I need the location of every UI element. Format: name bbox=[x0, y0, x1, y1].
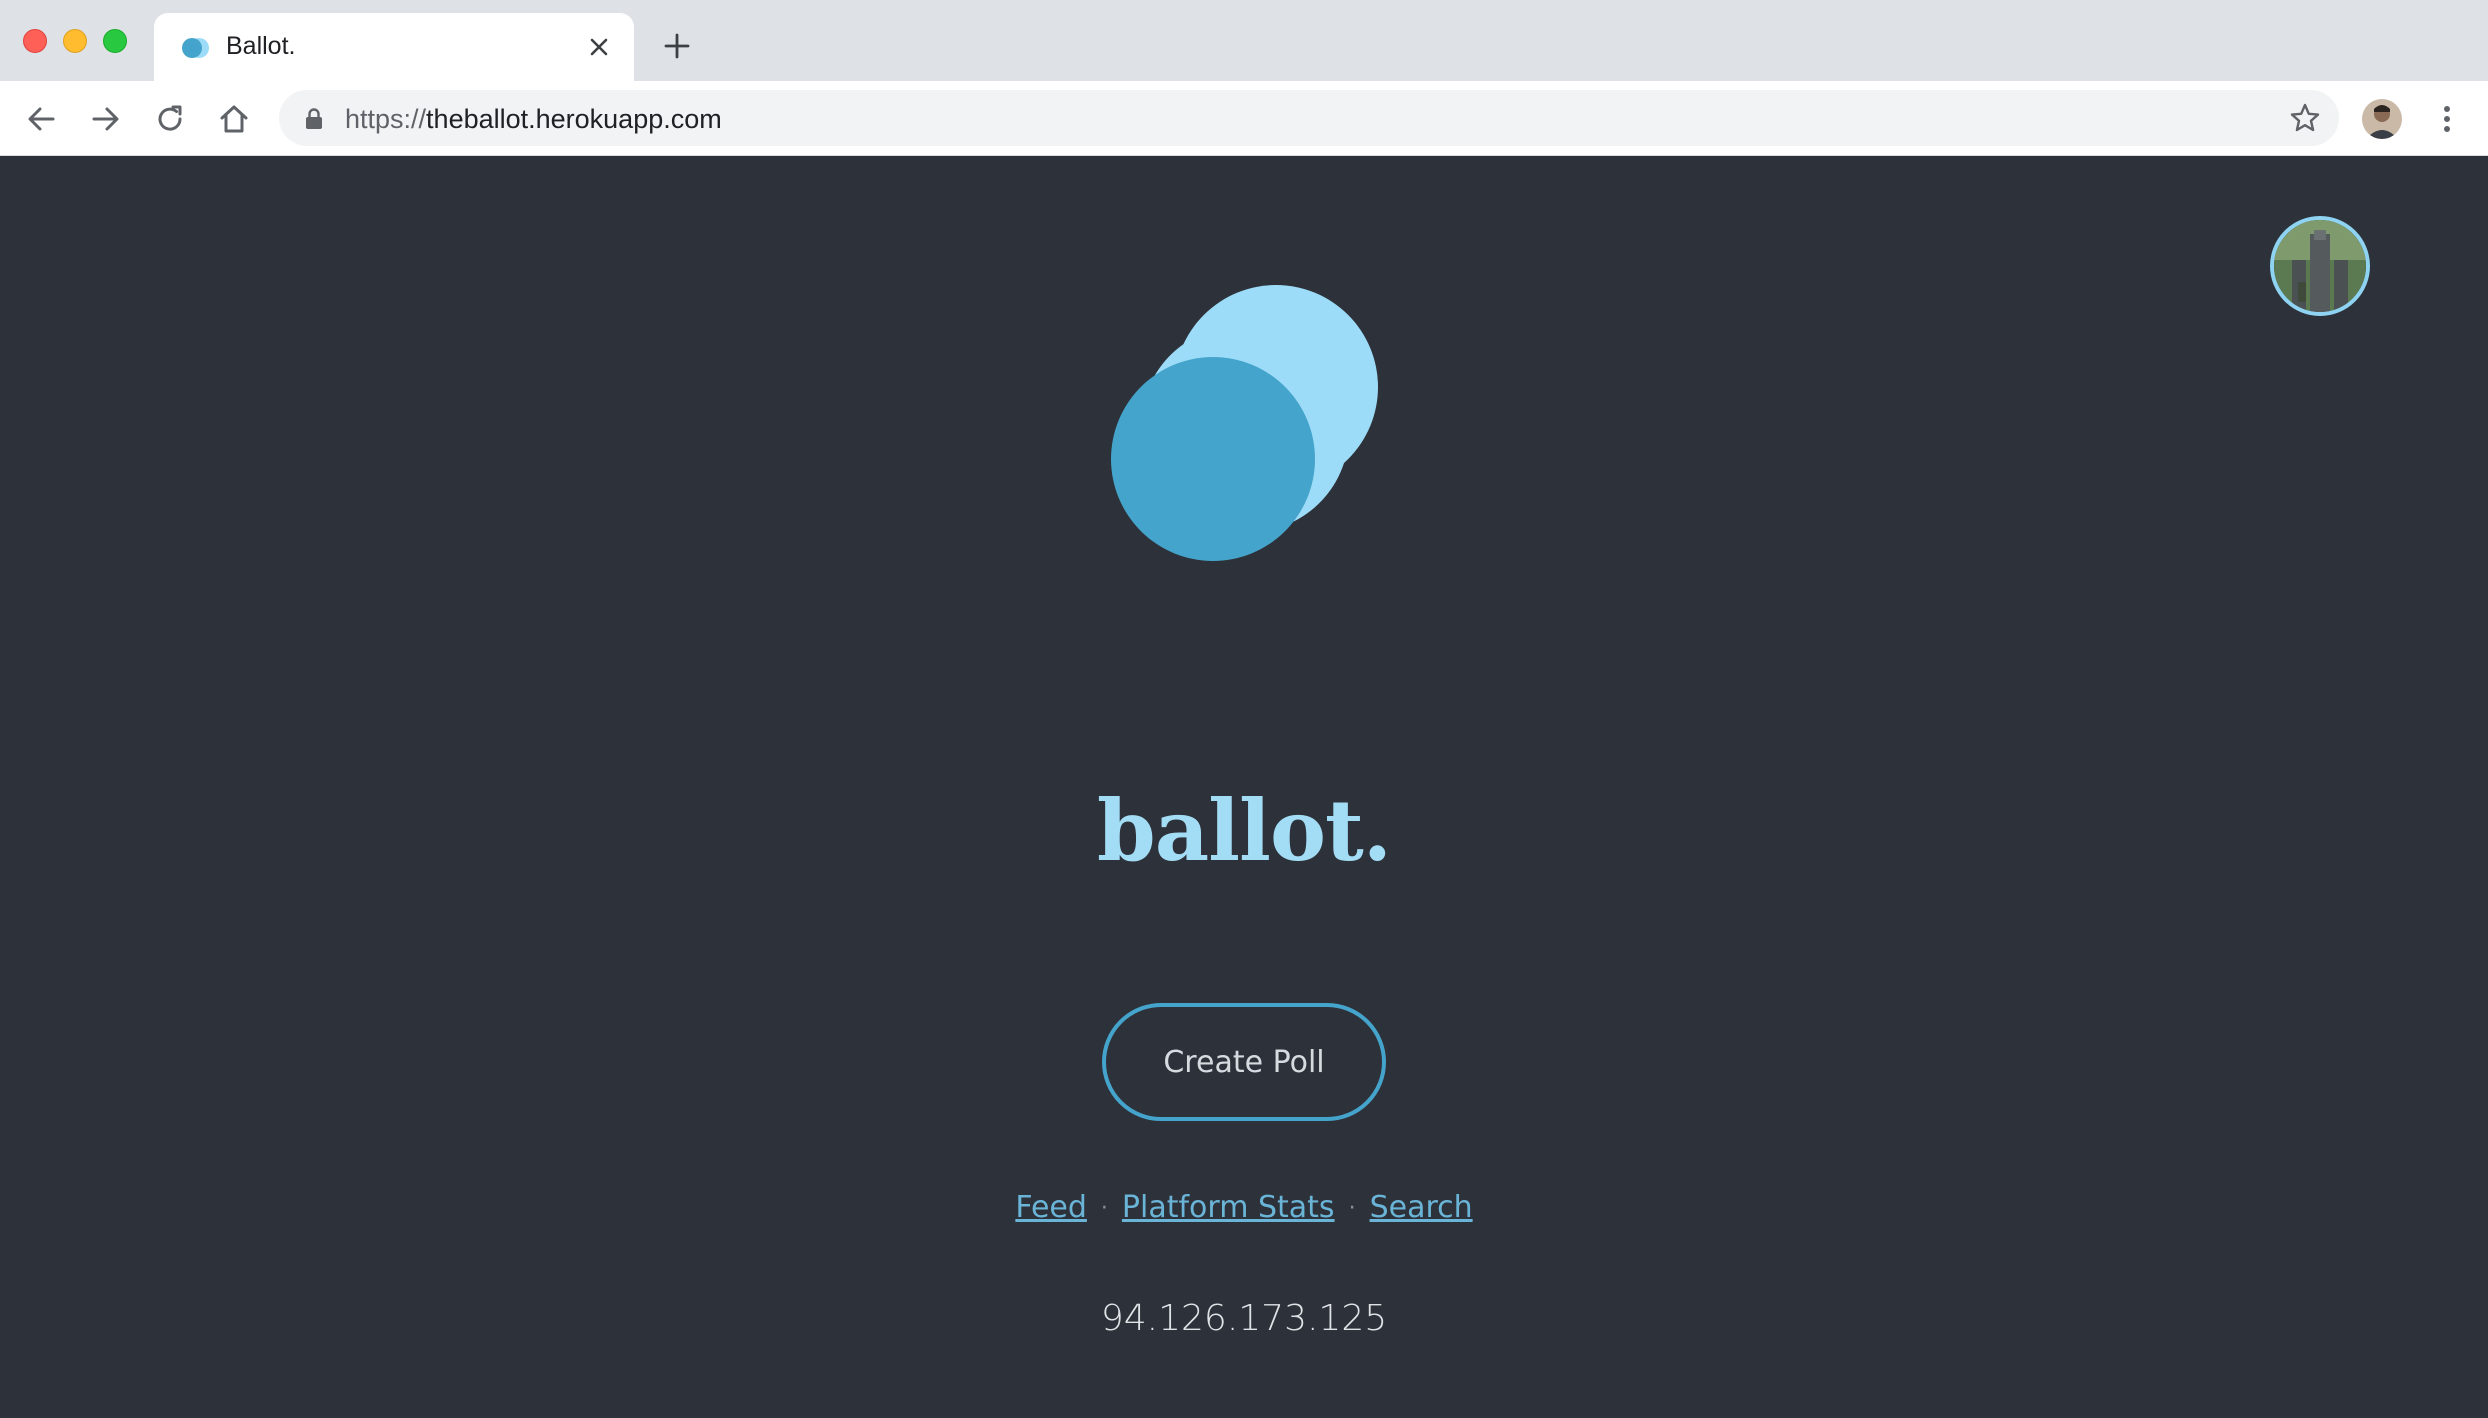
browser-profile-avatar[interactable] bbox=[2362, 99, 2402, 139]
create-poll-button[interactable]: Create Poll bbox=[1102, 1003, 1386, 1121]
ballot-favicon-icon bbox=[182, 38, 209, 58]
page-content: ballot. Create Poll Feed · Platform Stats ·… bbox=[0, 156, 2488, 1418]
address-bar[interactable]: https://theballot.herokuapp.com bbox=[279, 90, 2339, 146]
avatar-photo-icon bbox=[2274, 220, 2366, 312]
window-close-button[interactable] bbox=[23, 29, 47, 53]
browser-tab[interactable]: Ballot. bbox=[154, 13, 634, 81]
window-minimize-button[interactable] bbox=[63, 29, 87, 53]
ip-address: 94.126.173.125 bbox=[1100, 1298, 1388, 1339]
reload-icon[interactable] bbox=[152, 101, 188, 137]
window-maximize-button[interactable] bbox=[103, 29, 127, 53]
menu-dots-icon[interactable] bbox=[2432, 101, 2462, 137]
browser-tab-bar: Ballot. bbox=[0, 0, 2488, 81]
url-text[interactable]: https://theballot.herokuapp.com bbox=[345, 104, 722, 135]
home-icon[interactable] bbox=[216, 101, 252, 137]
browser-toolbar: https://theballot.herokuapp.com bbox=[0, 81, 2488, 156]
brand-title: ballot. bbox=[1096, 781, 1392, 880]
lock-icon bbox=[306, 108, 322, 129]
link-separator: · bbox=[1100, 1196, 1108, 1221]
link-separator: · bbox=[1348, 1196, 1356, 1221]
ballot-logo-icon bbox=[1111, 285, 1378, 561]
footer-links: Feed · Platform Stats · Search bbox=[0, 1190, 2488, 1225]
url-host: theballot.herokuapp.com bbox=[426, 104, 722, 134]
star-icon[interactable] bbox=[2289, 102, 2321, 134]
search-link[interactable]: Search bbox=[1370, 1190, 1473, 1225]
url-scheme: https:// bbox=[345, 104, 427, 134]
back-arrow-icon[interactable] bbox=[23, 101, 59, 137]
platform-stats-link[interactable]: Platform Stats bbox=[1122, 1190, 1335, 1225]
plus-icon[interactable] bbox=[662, 31, 692, 61]
close-icon[interactable] bbox=[584, 32, 614, 62]
tab-title: Ballot. bbox=[226, 32, 296, 60]
profile-photo-icon bbox=[2362, 99, 2402, 139]
feed-link[interactable]: Feed bbox=[1015, 1190, 1087, 1225]
user-avatar[interactable] bbox=[2270, 216, 2370, 316]
forward-arrow-icon[interactable] bbox=[88, 101, 124, 137]
